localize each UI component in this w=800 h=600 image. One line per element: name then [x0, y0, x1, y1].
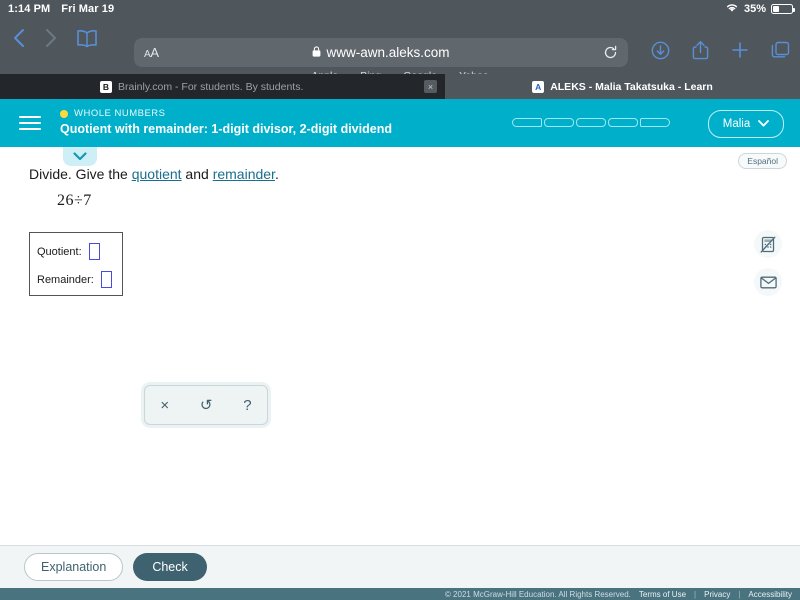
ios-status-bar: 1:14 PM Fri Mar 19 35%	[0, 0, 800, 18]
share-icon[interactable]	[692, 40, 709, 60]
chevron-down-icon	[758, 118, 770, 130]
answer-tools-toolbar: × ↺ ?	[144, 385, 268, 425]
espanol-language-button[interactable]: Español	[738, 153, 787, 169]
ipad-safari-screen: 1:14 PM Fri Mar 19 35% AA www-awn.aleks.…	[0, 0, 800, 600]
battery-percent-label: 35%	[743, 3, 766, 15]
action-bar: Explanation Check	[0, 545, 800, 588]
question-prompt: Divide. Give the quotient and remainder.	[29, 166, 279, 182]
aleks-app-header: WHOLE NUMBERS Quotient with remainder: 1…	[0, 99, 800, 147]
url-text: www-awn.aleks.com	[326, 45, 450, 60]
remainder-link[interactable]: remainder	[213, 166, 275, 182]
header-titles: WHOLE NUMBERS Quotient with remainder: 1…	[60, 108, 392, 138]
text-size-button[interactable]: AAAA	[144, 45, 159, 60]
chevron-left-icon[interactable]	[12, 27, 26, 49]
remainder-row: Remainder:	[37, 271, 122, 288]
topic-row: WHOLE NUMBERS	[60, 108, 392, 120]
user-menu-button[interactable]: Malia	[708, 110, 784, 138]
progress-segment	[544, 118, 574, 127]
quotient-input[interactable]	[88, 243, 100, 260]
wifi-icon	[725, 2, 739, 16]
topic-label: WHOLE NUMBERS	[74, 108, 166, 120]
collapse-header-button[interactable]	[63, 147, 97, 166]
answer-entry-box: Quotient: Remainder:	[29, 232, 123, 296]
download-icon[interactable]	[651, 41, 670, 60]
tabs-overview-icon[interactable]	[771, 41, 790, 59]
progress-segment	[608, 118, 638, 127]
quotient-label: Quotient:	[37, 245, 82, 258]
reload-icon[interactable]	[603, 45, 618, 60]
aleks-favicon: A	[532, 80, 545, 93]
navigation-buttons	[0, 24, 98, 49]
remainder-input[interactable]	[100, 271, 112, 288]
url-display: www-awn.aleks.com	[134, 44, 628, 62]
exercise-content: Español Divide. Give the quotient and re…	[0, 147, 800, 540]
footer-separator: |	[694, 589, 697, 599]
user-name-label: Malia	[722, 118, 751, 130]
side-tools	[754, 230, 782, 296]
progress-segment	[576, 118, 606, 127]
privacy-link[interactable]: Privacy	[704, 590, 730, 599]
tab-brainly[interactable]: B Brainly.com - For students. By student…	[0, 74, 445, 99]
tab-brainly-title: Brainly.com - For students. By students.	[118, 80, 304, 93]
battery-icon	[771, 4, 795, 14]
tab-strip: B Brainly.com - For students. By student…	[0, 74, 800, 99]
quotient-row: Quotient:	[37, 243, 122, 260]
tab-aleks[interactable]: A ALEKS - Malia Takatsuka - Learn	[445, 74, 800, 99]
status-bar-right: 35%	[725, 2, 800, 16]
remainder-label: Remainder:	[37, 273, 94, 286]
status-bar-left: 1:14 PM Fri Mar 19	[0, 3, 114, 15]
envelope-icon[interactable]	[754, 268, 782, 296]
book-icon[interactable]	[76, 29, 98, 48]
page-title: Quotient with remainder: 1-digit divisor…	[60, 122, 392, 137]
undo-refresh-icon[interactable]: ↺	[200, 398, 213, 413]
explanation-button[interactable]: Explanation	[24, 553, 124, 581]
question-mark-icon[interactable]: ?	[243, 398, 251, 413]
tab-aleks-title: ALEKS - Malia Takatsuka - Learn	[550, 80, 713, 93]
quotient-link[interactable]: quotient	[132, 166, 182, 182]
calculator-disabled-icon[interactable]	[754, 230, 782, 258]
tab-close-icon[interactable]: ×	[424, 80, 437, 93]
check-button[interactable]: Check	[133, 553, 207, 581]
hamburger-menu-icon[interactable]	[19, 116, 41, 130]
math-expression: 26÷7	[57, 192, 92, 209]
page-footer: © 2021 McGraw-Hill Education. All Rights…	[0, 588, 800, 600]
address-bar[interactable]: AAAA www-awn.aleks.com	[134, 38, 628, 67]
question-suffix: .	[274, 166, 279, 182]
safari-toolbar: AAAA www-awn.aleks.com	[0, 18, 800, 82]
topic-status-dot-icon	[60, 110, 68, 119]
footer-separator: |	[738, 589, 741, 599]
progress-segment	[640, 118, 670, 127]
status-time: 1:14 PM	[8, 3, 51, 15]
chevron-right-icon	[44, 27, 58, 49]
copyright-text: © 2021 McGraw-Hill Education. All Rights…	[444, 589, 631, 599]
accessibility-link[interactable]: Accessibility	[748, 590, 792, 599]
terms-of-use-link[interactable]: Terms of Use	[639, 590, 686, 599]
lock-icon	[312, 44, 321, 62]
multiply-clear-icon[interactable]: ×	[160, 398, 169, 413]
question-middle: and	[181, 166, 213, 182]
plus-icon[interactable]	[731, 41, 749, 59]
toolbar-right-icons	[651, 40, 790, 60]
progress-indicator	[512, 118, 670, 127]
brainly-favicon: B	[100, 80, 112, 93]
progress-segment	[512, 118, 542, 127]
question-prefix: Divide. Give the	[29, 166, 132, 182]
status-date: Fri Mar 19	[61, 3, 115, 15]
